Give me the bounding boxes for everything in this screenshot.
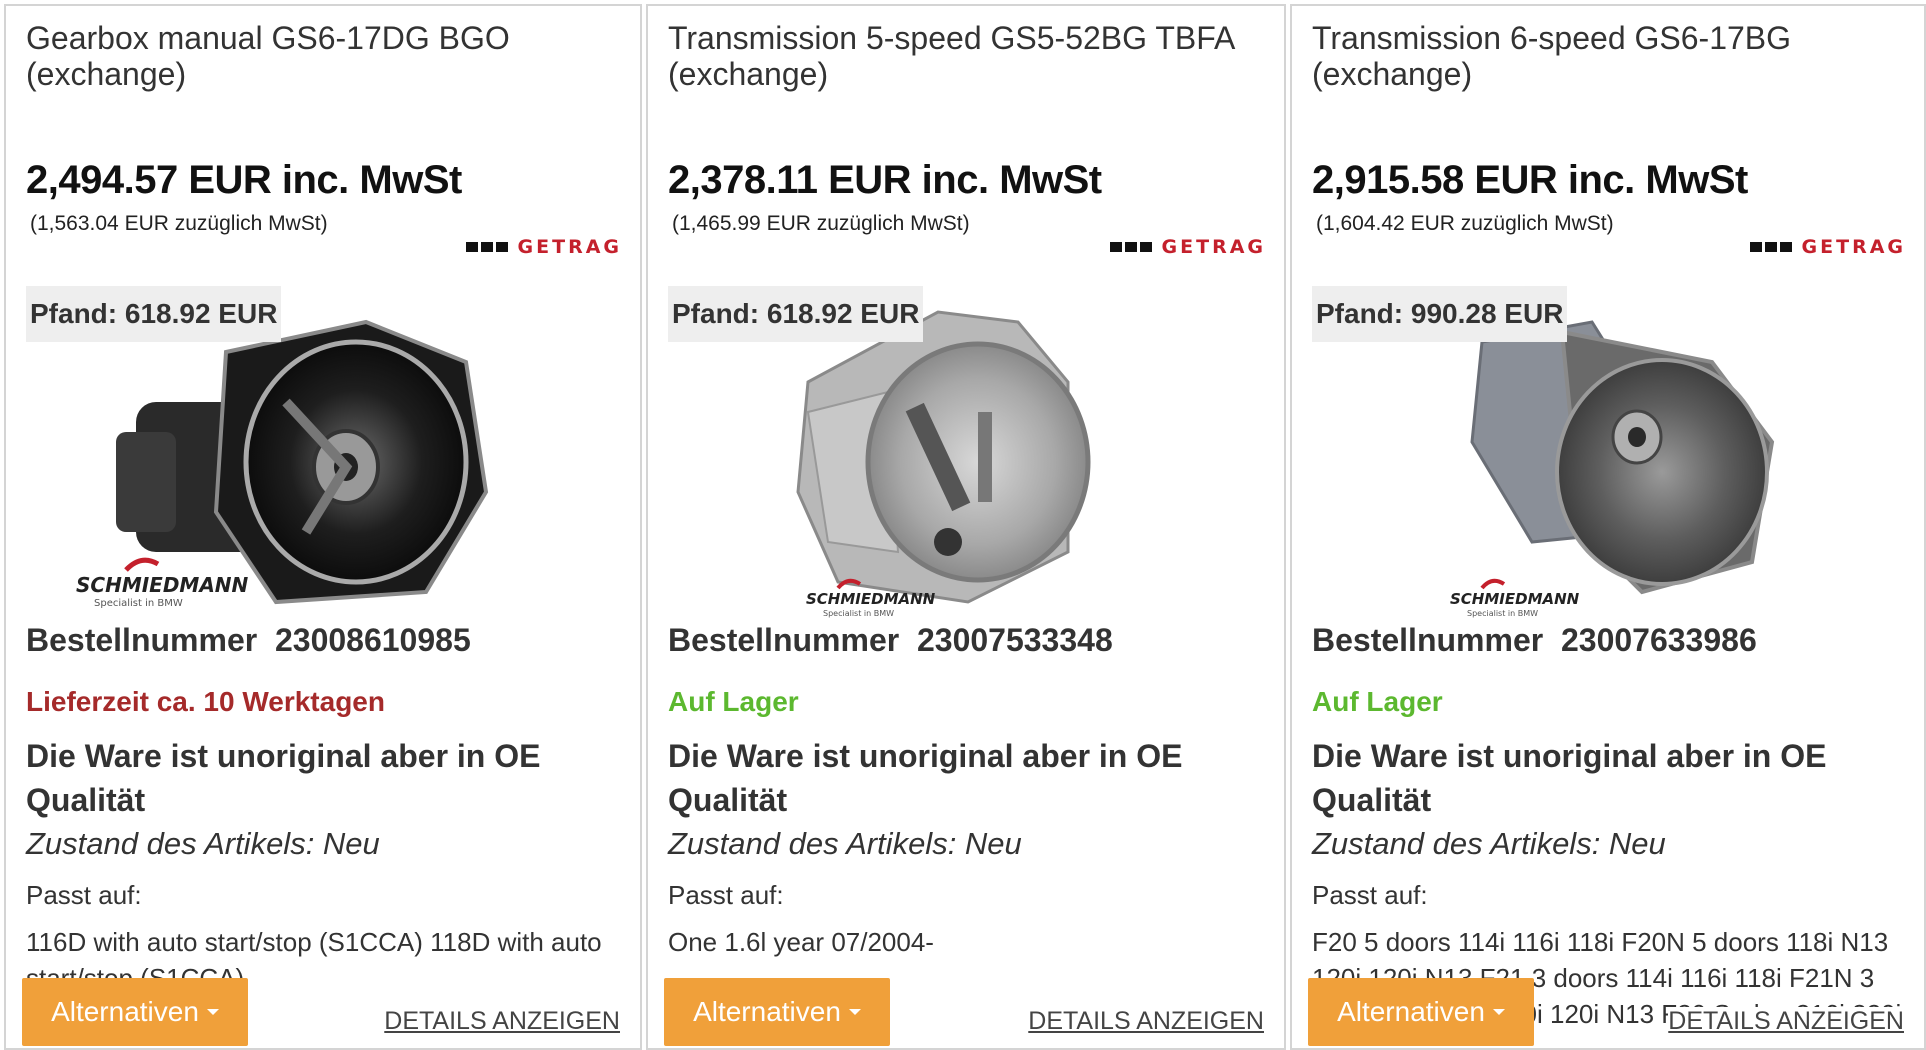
details-link[interactable]: DETAILS ANZEIGEN (384, 1007, 620, 1036)
getrag-logo: GETRAG (1109, 236, 1266, 258)
availability: Auf Lager (668, 686, 799, 717)
alternatives-button[interactable]: Alternativen (664, 978, 890, 1046)
order-number: Bestellnummer 23007533348 (668, 622, 1113, 658)
deposit-badge: Pfand: 618.92 EUR (668, 286, 924, 342)
getrag-logo: GETRAG (465, 236, 622, 258)
order-number: Bestellnummer 23007633986 (1312, 622, 1757, 658)
quality-note: Die Ware ist unoriginal aber in OE Quali… (668, 738, 1183, 818)
quality-note: Die Ware ist unoriginal aber in OE Quali… (26, 738, 541, 818)
net-price: (1,563.04 EUR zuzüglich MwSt) (30, 212, 328, 235)
getrag-logo: GETRAG (1749, 236, 1906, 258)
schmiedmann-logo: SCHMIEDMANN (1450, 590, 1580, 608)
product-price: 2,915.58 EUR inc. MwSt (1312, 158, 1748, 202)
deposit-badge: Pfand: 990.28 EUR (1312, 286, 1568, 342)
product-price: 2,378.11 EUR inc. MwSt (668, 158, 1102, 202)
alternatives-label: Alternativen (693, 996, 841, 1027)
condition: Zustand des Artikels: Neu (1312, 826, 1666, 861)
svg-text:Specialist in BMW: Specialist in BMW (823, 609, 894, 618)
net-price: (1,604.42 EUR zuzüglich MwSt) (1316, 212, 1614, 235)
alternatives-label: Alternativen (1337, 996, 1485, 1027)
svg-text:Specialist in BMW: Specialist in BMW (1467, 609, 1538, 618)
brand-wordmark: GETRAG (1801, 236, 1906, 258)
alternatives-button[interactable]: Alternativen (1308, 978, 1534, 1046)
fits-label: Passt auf: (1312, 880, 1428, 910)
product-title[interactable]: Gearbox manual GS6-17DG BGO (exchange) (26, 20, 606, 92)
brand-wordmark: GETRAG (517, 236, 622, 258)
schmiedmann-logo: SCHMIEDMANN (806, 590, 936, 608)
product-title[interactable]: Transmission 5-speed GS5-52BG TBFA (exch… (668, 20, 1248, 92)
quality-note: Die Ware ist unoriginal aber in OE Quali… (1312, 738, 1827, 818)
condition: Zustand des Artikels: Neu (668, 826, 1022, 861)
order-number: Bestellnummer 23008610985 (26, 622, 471, 658)
product-price: 2,494.57 EUR inc. MwSt (26, 158, 462, 202)
fits-text: One 1.6l year 07/2004- (668, 927, 934, 957)
details-link[interactable]: DETAILS ANZEIGEN (1028, 1007, 1264, 1036)
condition: Zustand des Artikels: Neu (26, 826, 380, 861)
net-price: (1,465.99 EUR zuzüglich MwSt) (672, 212, 970, 235)
product-card-1: Gearbox manual GS6-17DG BGO (exchange) 2… (4, 4, 642, 1050)
fits-label: Passt auf: (668, 880, 784, 910)
alternatives-label: Alternativen (51, 996, 199, 1027)
alternatives-button[interactable]: Alternativen (22, 978, 248, 1046)
deposit-badge: Pfand: 618.92 EUR (26, 286, 282, 342)
product-title[interactable]: Transmission 6-speed GS6-17BG (exchange) (1312, 20, 1892, 92)
details-link[interactable]: DETAILS ANZEIGEN (1668, 1007, 1904, 1036)
product-card-3: Transmission 6-speed GS6-17BG (exchange)… (1290, 4, 1926, 1050)
svg-text:Specialist in BMW: Specialist in BMW (94, 598, 183, 609)
schmiedmann-logo: SCHMIEDMANN (76, 573, 249, 597)
caret-down-icon (206, 1009, 219, 1015)
caret-down-icon (1492, 1009, 1505, 1015)
caret-down-icon (848, 1009, 861, 1015)
fits-label: Passt auf: (26, 880, 142, 910)
brand-wordmark: GETRAG (1161, 236, 1266, 258)
availability: Lieferzeit ca. 10 Werktagen (26, 686, 385, 717)
product-card-2: Transmission 5-speed GS5-52BG TBFA (exch… (646, 4, 1286, 1050)
availability: Auf Lager (1312, 686, 1443, 717)
